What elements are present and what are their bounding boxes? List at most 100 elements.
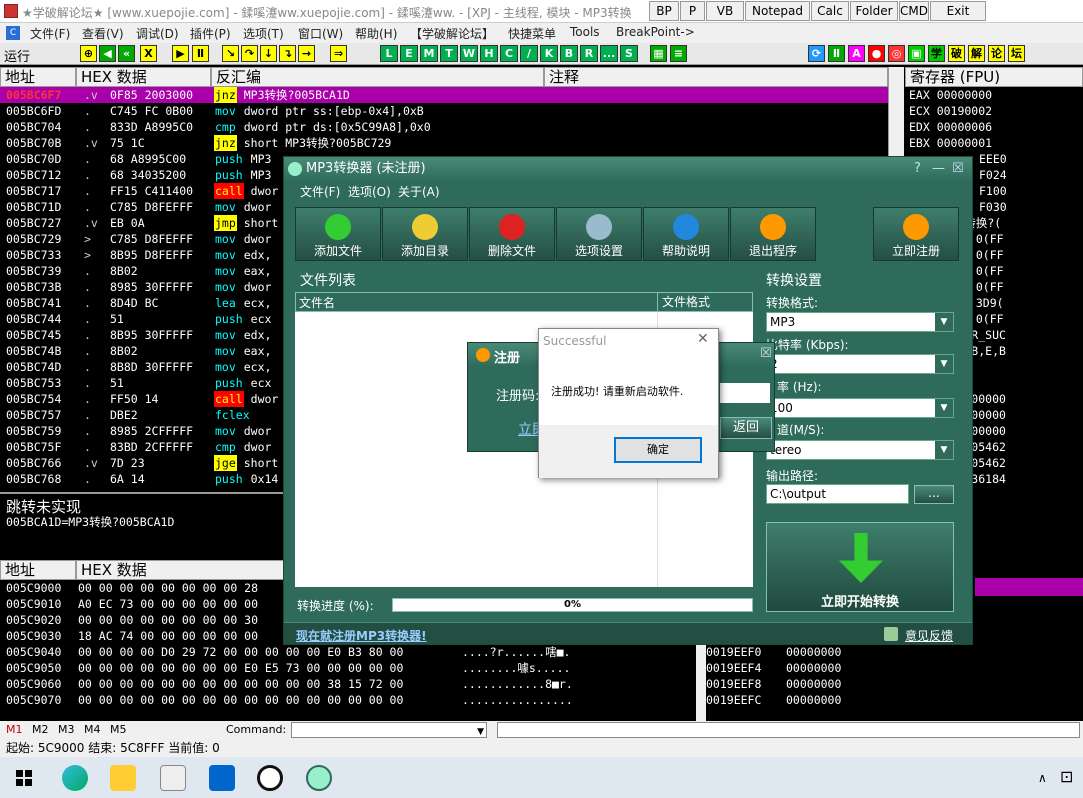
menu-tools[interactable]: Tools — [570, 25, 600, 39]
chevron-down-icon[interactable]: ▼ — [935, 399, 953, 417]
toolbar-letter-slash[interactable]: / — [520, 45, 538, 62]
stack-pane[interactable]: 0019EEF0 00000000 0019EEF4 00000000 0019EEF8… — [706, 644, 1083, 721]
rewind-icon[interactable]: « — [118, 45, 135, 62]
dump-row[interactable]: 005C9070 00 00 00 00 00 00 00 00 00 00 00… — [0, 692, 696, 708]
toolbar-button-delete[interactable]: 删除文件 — [469, 207, 555, 261]
toolbar-label-xue[interactable]: 学 — [928, 45, 945, 62]
start-convert-button[interactable]: 立即开始转换 — [766, 522, 954, 612]
chevron-down-icon[interactable]: ▼ — [935, 355, 953, 373]
mp3-menu-about[interactable]: 关于(A) — [398, 183, 440, 200]
feedback-link[interactable]: 意见反馈 — [905, 627, 953, 644]
chevron-down-icon[interactable]: ▼ — [935, 441, 953, 459]
toolbar-letter-s[interactable]: S — [620, 45, 638, 62]
p-button[interactable]: P — [680, 1, 705, 21]
column-file-format[interactable]: 文件格式 — [657, 292, 753, 312]
menu-debug[interactable]: 调试(D) — [136, 25, 179, 42]
refresh-icon[interactable]: ⟳ — [808, 45, 825, 62]
trace-over-icon[interactable]: ↴ — [279, 45, 296, 62]
app-menu-icon[interactable]: C — [6, 26, 20, 40]
register-line[interactable]: EBX 00000001 — [909, 135, 1083, 151]
dump-row[interactable]: 005C9050 00 00 00 00 00 00 00 00 E0 E5 73… — [0, 660, 696, 676]
window-close-icon[interactable]: ☒ — [952, 157, 964, 181]
toolbar-ellipsis[interactable]: ... — [600, 45, 618, 62]
success-close-icon[interactable]: ✕ — [697, 331, 709, 347]
menu-view[interactable]: 查看(V) — [82, 25, 124, 42]
mp3-menu-options[interactable]: 选项(O) — [348, 183, 391, 200]
toolbar-letter-t[interactable]: T — [440, 45, 458, 62]
open-icon[interactable]: ⊕ — [80, 45, 97, 62]
toolbar-button-coin[interactable]: 立即注册 — [873, 207, 959, 261]
file-explorer-icon[interactable] — [110, 765, 136, 791]
rate-select[interactable]: 100 ▼ — [766, 398, 954, 418]
tool-icon[interactable] — [209, 765, 235, 791]
help-icon[interactable]: ? — [914, 157, 921, 181]
store-icon[interactable] — [160, 765, 186, 791]
column-file-name[interactable]: 文件名 — [299, 294, 335, 311]
pause-green-icon[interactable]: Ⅱ — [828, 45, 845, 62]
toolbar-letter-h[interactable]: H — [480, 45, 498, 62]
command-input[interactable]: ▼ — [291, 722, 487, 738]
toolbar-button-cube[interactable]: 选项设置 — [556, 207, 642, 261]
target-icon[interactable]: ◎ — [888, 45, 905, 62]
tab-m4[interactable]: M4 — [84, 721, 101, 739]
format-select[interactable]: MP3 ▼ — [766, 312, 954, 332]
toolbar-letter-l[interactable]: L — [380, 45, 398, 62]
toolbar-letter-c[interactable]: C — [500, 45, 518, 62]
tab-m1[interactable]: M1 — [6, 721, 23, 739]
cmd-button[interactable]: CMD — [899, 1, 929, 21]
stack-selected-row[interactable] — [975, 578, 1083, 596]
disasm-header-address[interactable]: 地址 — [0, 67, 76, 87]
disasm-header-comment[interactable]: 注释 — [544, 67, 888, 87]
bitrate-select[interactable]: 2▼ — [766, 354, 954, 374]
calc-button[interactable]: Calc — [811, 1, 849, 21]
dump-row[interactable]: 005C9040 00 00 00 00 D0 29 72 00 00 00 00… — [0, 644, 696, 660]
output-path-input[interactable]: C:\output — [766, 484, 909, 504]
disasm-header-hex[interactable]: HEX 数据 — [76, 67, 211, 87]
start-icon[interactable] — [16, 770, 32, 786]
menu-window[interactable]: 窗口(W) — [298, 25, 343, 42]
toolbar-button-exit[interactable]: 退出程序 — [730, 207, 816, 261]
menu-options[interactable]: 选项(T) — [243, 25, 284, 42]
register-line[interactable]: EDX 00000006 — [909, 119, 1083, 135]
toolbar-letter-r[interactable]: R — [580, 45, 598, 62]
step-into-icon[interactable]: ↘ — [222, 45, 239, 62]
list-icon[interactable]: ≡ — [670, 45, 687, 62]
dump-row[interactable]: 005C9060 00 00 00 00 00 00 00 00 00 00 00… — [0, 676, 696, 692]
debugger-icon[interactable] — [257, 765, 283, 791]
minimize-icon[interactable]: — — [932, 157, 945, 181]
register-code-input[interactable] — [720, 383, 770, 403]
mp3-converter-task-icon[interactable] — [306, 765, 332, 791]
disasm-row[interactable]: 005BC6F7 .v 0F85 2003000 jnz MP3转换?005BCA1D — [0, 87, 888, 103]
toolbar-label-lun[interactable]: 论 — [988, 45, 1005, 62]
toolbar-letter-e[interactable]: E — [400, 45, 418, 62]
registers-header[interactable]: 寄存器 (FPU) — [905, 67, 1083, 87]
goto-icon[interactable]: ⇒ — [330, 45, 347, 62]
vb-button[interactable]: VB — [706, 1, 744, 21]
restart-icon[interactable]: ◀ — [99, 45, 116, 62]
edge-icon[interactable] — [62, 765, 88, 791]
disasm-row[interactable]: 005BC704. 833D A8995C0 cmp dword ptr ds:[0… — [0, 119, 888, 135]
ok-button[interactable]: 确定 — [614, 437, 702, 463]
trace-into-icon[interactable]: ↓ — [260, 45, 277, 62]
register-line[interactable]: EAX 00000000 — [909, 87, 1083, 103]
dump-header-address[interactable]: 地址 — [0, 560, 76, 580]
exit-button[interactable]: Exit — [930, 1, 986, 21]
step-over-icon[interactable]: ↷ — [241, 45, 258, 62]
register-close-icon[interactable]: ☒ — [760, 346, 772, 361]
menu-file[interactable]: 文件(F) — [30, 25, 70, 42]
toolbar-letter-b[interactable]: B — [560, 45, 578, 62]
grid-icon[interactable]: ▦ — [650, 45, 667, 62]
folder-button[interactable]: Folder — [850, 1, 898, 21]
menu-plugins[interactable]: 插件(P) — [190, 25, 231, 42]
tab-m5[interactable]: M5 — [110, 721, 127, 739]
bp-button[interactable]: BP — [649, 1, 679, 21]
window-icon[interactable]: ▣ — [908, 45, 925, 62]
toolbar-letter-m[interactable]: M — [420, 45, 438, 62]
run-icon[interactable]: ▶ — [172, 45, 189, 62]
toolbar-label-po[interactable]: 破 — [948, 45, 965, 62]
register-back-button[interactable]: 返回 — [720, 417, 772, 439]
chevron-down-icon[interactable]: ▼ — [935, 313, 953, 331]
mp3-menu-file[interactable]: 文件(F) — [300, 183, 340, 200]
pause-icon[interactable]: Ⅱ — [192, 45, 209, 62]
a-icon[interactable]: A — [848, 45, 865, 62]
